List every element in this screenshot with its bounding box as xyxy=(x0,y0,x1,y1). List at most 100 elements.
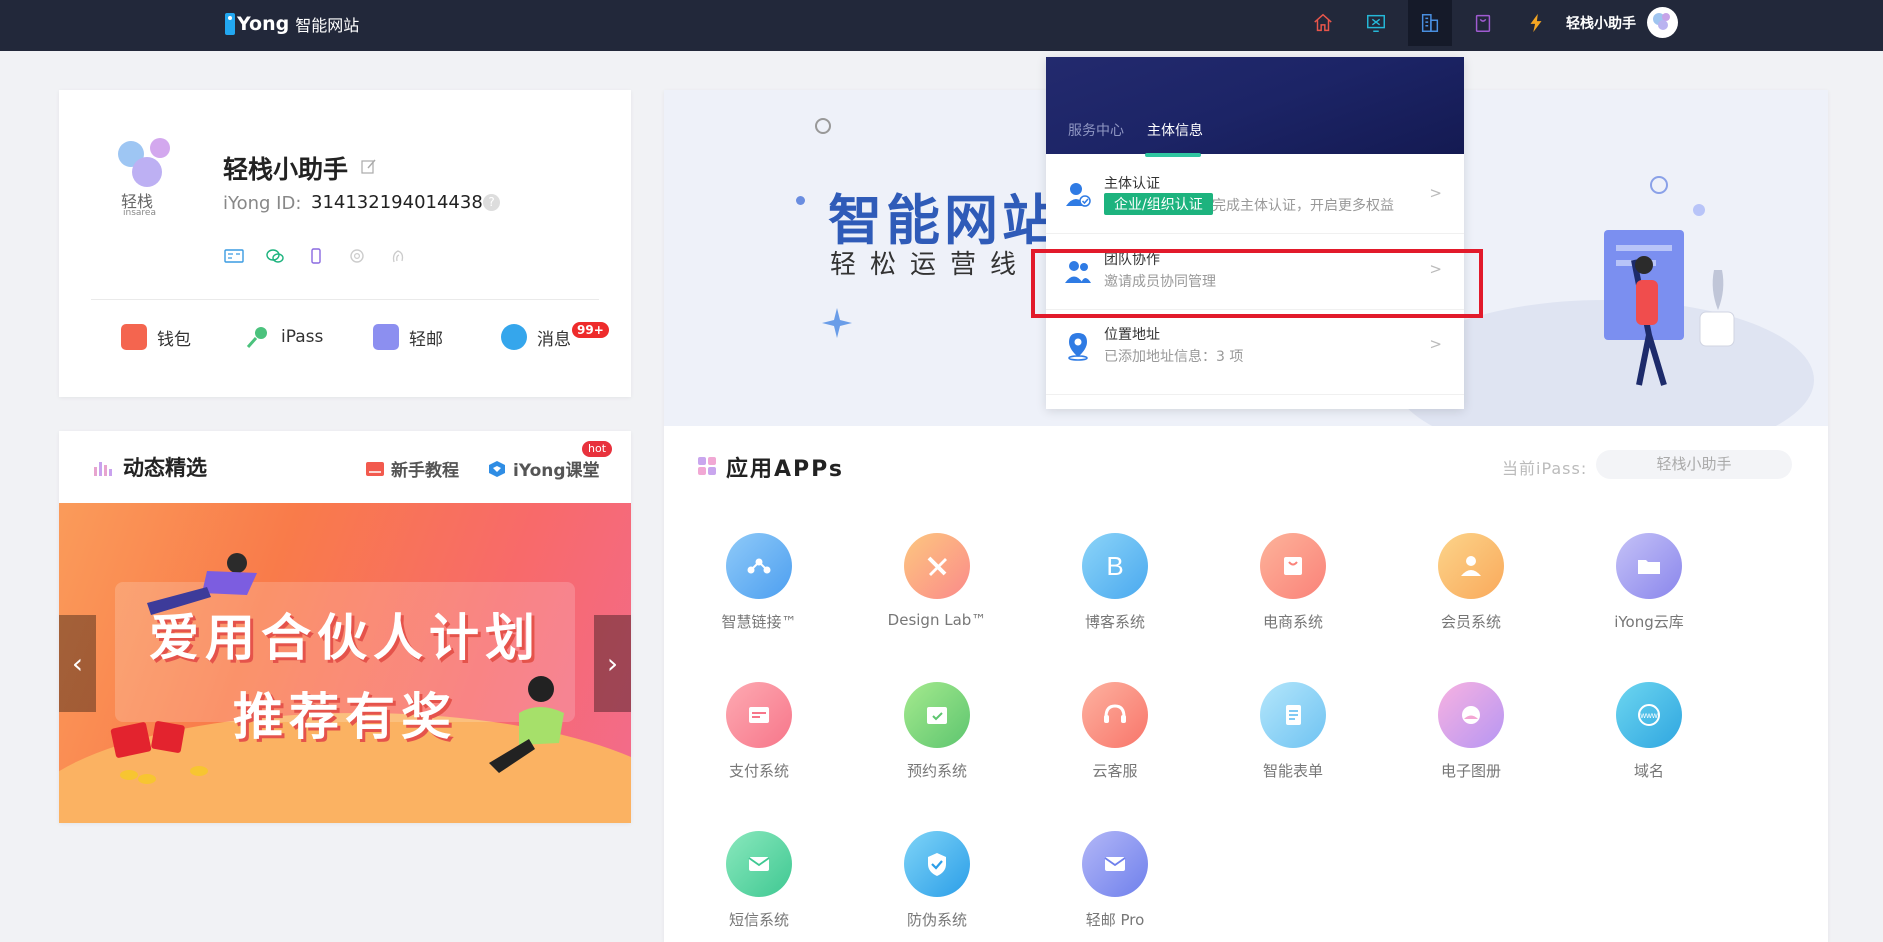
chevron-right-icon: > xyxy=(1429,335,1442,353)
phone-icon[interactable] xyxy=(306,248,326,264)
globe-www-icon: www xyxy=(1616,682,1682,748)
site-logo[interactable]: Yong 智能网站 xyxy=(225,9,359,39)
bag-icon[interactable] xyxy=(1461,0,1505,46)
hero-subtitle: 轻松运营线 xyxy=(830,250,1031,280)
classroom-link[interactable]: iYong课堂 xyxy=(487,456,600,481)
svg-text:B: B xyxy=(1106,551,1123,581)
app-e-album[interactable]: 电子图册 xyxy=(1396,682,1546,802)
mail-icon xyxy=(373,324,399,350)
app-label: 短信系统 xyxy=(728,911,789,929)
app-booking[interactable]: 预约系统 xyxy=(862,682,1012,802)
logo-sub: 智能网站 xyxy=(295,16,360,35)
shopping-bag-icon xyxy=(1260,533,1326,599)
app-ecommerce[interactable]: 电商系统 xyxy=(1218,533,1368,653)
envelope-icon xyxy=(726,831,792,897)
wallet-label: 钱包 xyxy=(157,329,191,350)
banner-next-button[interactable]: › xyxy=(594,615,631,712)
tab-entity-info[interactable]: 主体信息 xyxy=(1147,120,1203,140)
app-label: 电子图册 xyxy=(1440,762,1501,780)
pencil-ruler-icon xyxy=(904,533,970,599)
app-label: 域名 xyxy=(1633,762,1664,780)
user-name[interactable]: 轻栈小助手 xyxy=(1566,13,1636,33)
app-smart-form[interactable]: 智能表单 xyxy=(1218,682,1368,802)
blog-b-icon: B xyxy=(1082,533,1148,599)
apps-grid-icon xyxy=(698,457,716,475)
app-design-lab[interactable]: Design Lab™ xyxy=(862,533,1012,653)
app-label: 支付系统 xyxy=(728,762,789,780)
email-at-icon[interactable] xyxy=(347,248,367,264)
tab-service-center[interactable]: 服务中心 xyxy=(1068,120,1124,140)
app-label: 云客服 xyxy=(1092,762,1138,780)
brand-logo-sub: insarea xyxy=(123,208,156,218)
message-icon xyxy=(501,324,527,350)
dropdown-item-location-address[interactable]: 位置地址 已添加地址信息：3 项 > xyxy=(1046,309,1464,384)
active-tab-indicator xyxy=(1145,153,1201,157)
app-membership[interactable]: 会员系统 xyxy=(1396,533,1546,653)
light-mail-link[interactable]: 轻邮 xyxy=(373,322,443,352)
sitting-person-illustration xyxy=(147,553,257,615)
hero-dot xyxy=(796,196,805,205)
app-domain[interactable]: www 域名 xyxy=(1574,682,1724,802)
home-icon[interactable] xyxy=(1301,0,1345,46)
folder-icon xyxy=(1616,533,1682,599)
logo-i-mark xyxy=(225,13,235,35)
current-ipass-select[interactable]: 轻栈小助手 xyxy=(1596,450,1792,479)
app-label: 智慧链接™ xyxy=(721,613,797,631)
dropdown-item-desc: 已添加地址信息：3 项 xyxy=(1104,349,1244,365)
id-card-icon[interactable] xyxy=(224,248,244,264)
message-count-badge: 99+ xyxy=(572,322,609,338)
app-light-mail-pro[interactable]: 轻邮 Pro xyxy=(1040,831,1190,942)
hot-badge: hot xyxy=(582,441,613,457)
verification-type-badge: 企业/组织认证 xyxy=(1104,193,1213,215)
dropdown-item-desc: 完成主体认证，开启更多权益 xyxy=(1212,198,1394,214)
logo-word: Yong xyxy=(237,13,290,35)
app-payment[interactable]: 支付系统 xyxy=(684,682,834,802)
current-ipass-label: 当前iPass: xyxy=(1502,459,1588,478)
cube-icon xyxy=(489,460,505,477)
dynamic-header: 动态精选 新手教程 iYong课堂 hot xyxy=(59,431,631,503)
tutorial-label: 新手教程 xyxy=(391,461,459,481)
svg-text:www: www xyxy=(1639,711,1658,720)
payment-card-icon xyxy=(726,682,792,748)
lightning-icon[interactable] xyxy=(1514,0,1558,46)
app-smart-link[interactable]: 智慧链接™ xyxy=(684,533,834,653)
dropdown-item-title: 主体认证 xyxy=(1104,176,1160,192)
messages-link[interactable]: 消息 xyxy=(501,322,571,352)
hero-ring-dot xyxy=(815,118,831,134)
classroom-label: iYong课堂 xyxy=(513,461,600,481)
dropdown-item-entity-verification[interactable]: 主体认证 企业/组织认证 完成主体认证，开启更多权益 > xyxy=(1046,158,1464,233)
fingerprint-icon[interactable] xyxy=(388,248,408,264)
promo-banner[interactable]: 爱用合伙人计划 推荐有奖 ‹ › xyxy=(59,503,631,823)
edit-icon[interactable] xyxy=(361,158,377,174)
user-avatar[interactable] xyxy=(1647,7,1678,38)
ipass-link[interactable]: iPass xyxy=(245,322,323,352)
smart-link-icon xyxy=(726,533,792,599)
profile-card: 轻栈 insarea 轻栈小助手 iYong ID: 3141321940144… xyxy=(59,90,631,397)
app-label: 防伪系统 xyxy=(906,911,967,929)
wallet-link[interactable]: 钱包 xyxy=(121,322,191,352)
app-customer-service[interactable]: 云客服 xyxy=(1040,682,1190,802)
form-document-icon xyxy=(1260,682,1326,748)
monitor-icon[interactable] xyxy=(1354,0,1398,46)
app-blog[interactable]: B 博客系统 xyxy=(1040,533,1190,653)
wechat-icon[interactable] xyxy=(265,248,285,264)
wallet-icon xyxy=(121,324,147,350)
building-icon[interactable] xyxy=(1408,0,1452,46)
banner-prev-button[interactable]: ‹ xyxy=(59,615,96,712)
app-label: 预约系统 xyxy=(906,762,967,780)
app-label: Design Lab™ xyxy=(887,611,987,629)
verified-user-icon xyxy=(1066,183,1091,207)
app-label: 博客系统 xyxy=(1084,613,1145,631)
app-sms[interactable]: 短信系统 xyxy=(684,831,834,942)
messages-label: 消息 xyxy=(537,329,571,350)
shield-check-icon xyxy=(904,831,970,897)
tutorial-link[interactable]: 新手教程 xyxy=(365,456,459,481)
app-anti-counterfeit[interactable]: 防伪系统 xyxy=(862,831,1012,942)
id-label: iYong ID: xyxy=(223,193,302,214)
help-icon[interactable]: ? xyxy=(483,194,500,211)
apps-title: 应用APPs xyxy=(726,457,844,482)
app-label: iYong云库 xyxy=(1614,613,1684,631)
app-cloud-drive[interactable]: iYong云库 xyxy=(1574,533,1724,653)
hero-illustration xyxy=(1604,176,1735,386)
light-mail-label: 轻邮 xyxy=(409,329,443,350)
